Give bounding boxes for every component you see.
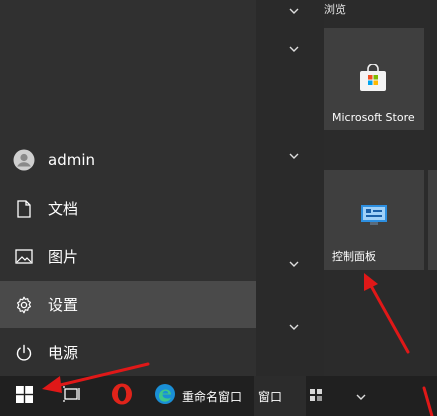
document-icon: [0, 199, 48, 218]
tile-area: 浏览 Microsoft Store 控制面板: [324, 0, 437, 376]
tile-edge[interactable]: [428, 170, 437, 270]
user-avatar-icon: [0, 149, 48, 171]
chevron-down-icon[interactable]: [288, 44, 300, 54]
rail-item-label: 电源: [48, 344, 79, 362]
rail-item-label: 文档: [48, 200, 79, 218]
taskbar-item-label: 窗口: [258, 389, 283, 404]
rail-item-power[interactable]: 电源: [0, 329, 256, 376]
user-account-item[interactable]: admin: [0, 136, 256, 183]
taskbar-window-rename[interactable]: 重命名窗口: [150, 376, 254, 416]
picture-icon: [0, 249, 48, 264]
start-button[interactable]: [0, 376, 48, 416]
taskbar-item-label: 重命名窗口: [182, 389, 243, 404]
tile-microsoft-store[interactable]: Microsoft Store: [324, 28, 424, 130]
chevron-down-icon[interactable]: [288, 322, 300, 332]
rail-item-documents[interactable]: 文档: [0, 185, 256, 232]
opera-icon: [111, 383, 133, 409]
tile-label: Microsoft Store: [332, 111, 415, 124]
chevron-down-icon[interactable]: [288, 151, 300, 161]
task-view-button[interactable]: [54, 376, 90, 416]
user-name: admin: [48, 150, 95, 169]
rail-item-settings[interactable]: 设置: [0, 281, 256, 328]
store-icon: [358, 63, 388, 96]
rail-item-pictures[interactable]: 图片: [0, 233, 256, 280]
gear-icon: [0, 296, 48, 314]
edge-icon: [154, 383, 176, 409]
rail-item-label: 图片: [48, 248, 79, 266]
rail-item-label: 设置: [48, 296, 79, 314]
windows-logo-icon: [15, 385, 33, 407]
chevron-down-icon[interactable]: [288, 6, 300, 16]
chevron-down-icon[interactable]: [288, 259, 300, 269]
opera-taskbar-button[interactable]: [104, 376, 140, 416]
app-icon: [309, 387, 323, 406]
taskbar-overflow-button[interactable]: [346, 376, 376, 416]
tile-label: 控制面板: [332, 250, 376, 263]
taskbar-app-icon[interactable]: [306, 376, 326, 416]
start-menu-rail: admin 文档 图片 设置 电源: [0, 0, 256, 376]
tile-control-panel[interactable]: 控制面板: [324, 170, 424, 270]
task-view-icon: [62, 386, 82, 406]
control-panel-icon: [360, 204, 388, 230]
taskbar: 重命名窗口 窗口: [0, 376, 437, 416]
app-list-column: [256, 0, 324, 376]
power-icon: [0, 344, 48, 362]
taskbar-window-2[interactable]: 窗口: [254, 376, 306, 416]
chevron-down-icon: [355, 387, 367, 406]
tile-group-label: 浏览: [324, 3, 346, 16]
